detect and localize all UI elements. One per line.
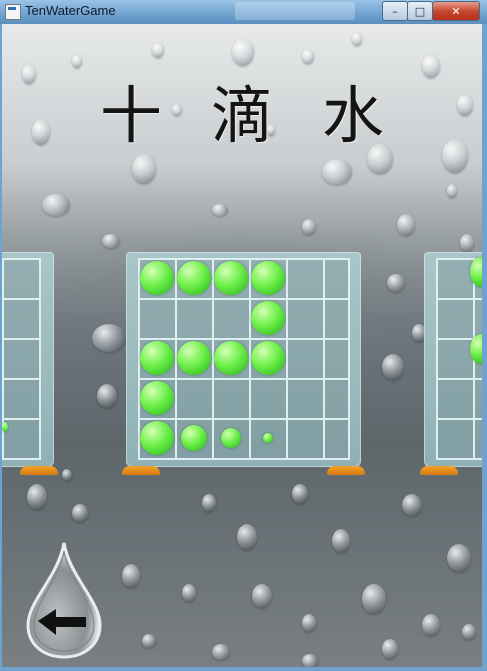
- title-glyph: 水: [321, 79, 390, 152]
- raindrop-decoration: [382, 354, 404, 380]
- raindrop-decoration: [32, 119, 50, 145]
- window-titlebar: TenWaterGame – □ ✕: [0, 0, 487, 25]
- raindrop-decoration: [442, 139, 468, 173]
- board-foot: [20, 466, 58, 475]
- raindrop-decoration: [352, 32, 362, 46]
- raindrop-decoration: [72, 504, 88, 522]
- raindrop-decoration: [142, 634, 156, 648]
- raindrop-decoration: [202, 494, 216, 512]
- minimize-button[interactable]: –: [382, 1, 408, 21]
- close-button[interactable]: ✕: [432, 1, 480, 21]
- water-drop[interactable]: [180, 425, 207, 451]
- raindrop-decoration: [212, 644, 230, 660]
- water-drop[interactable]: [139, 261, 174, 295]
- raindrop-decoration: [72, 54, 82, 68]
- raindrop-decoration: [397, 214, 415, 236]
- board-foot: [420, 466, 458, 475]
- water-drop[interactable]: [213, 341, 248, 375]
- water-drop[interactable]: [250, 341, 285, 375]
- raindrop-decoration: [102, 234, 120, 248]
- raindrop-decoration: [252, 584, 272, 608]
- raindrop-decoration: [302, 219, 316, 235]
- water-drop[interactable]: [2, 422, 8, 432]
- back-arrow-droplet-icon: [26, 542, 102, 659]
- raindrop-decoration: [122, 564, 140, 588]
- back-button[interactable]: [24, 539, 104, 659]
- board-foot: [122, 466, 160, 475]
- raindrop-decoration: [422, 614, 440, 636]
- board-grid: [2, 258, 41, 460]
- water-drop[interactable]: [220, 428, 241, 448]
- raindrop-decoration: [152, 42, 164, 58]
- window-border-bottom: [0, 667, 487, 671]
- raindrop-decoration: [212, 204, 228, 216]
- raindrop-decoration: [62, 469, 72, 481]
- raindrop-decoration: [362, 584, 386, 614]
- water-drop[interactable]: [139, 381, 174, 415]
- raindrop-decoration: [92, 324, 126, 352]
- window-title: TenWaterGame: [25, 3, 116, 18]
- raindrop-decoration: [42, 194, 70, 216]
- raindrop-decoration: [457, 94, 473, 116]
- water-drop[interactable]: [213, 261, 248, 295]
- raindrop-decoration: [27, 484, 47, 510]
- water-drop[interactable]: [139, 341, 174, 375]
- raindrop-decoration: [22, 64, 36, 84]
- game-canvas: 十 滴 水: [2, 24, 482, 667]
- background-window-tab: [235, 2, 355, 20]
- raindrop-decoration: [97, 384, 117, 408]
- raindrop-decoration: [422, 54, 440, 78]
- left-board-partial[interactable]: [2, 252, 58, 475]
- raindrop-decoration: [292, 484, 308, 504]
- raindrop-decoration: [332, 529, 350, 553]
- water-drop[interactable]: [262, 433, 273, 443]
- board-foot: [327, 466, 365, 475]
- title-glyph: 滴: [210, 79, 279, 152]
- maximize-button[interactable]: □: [407, 1, 433, 21]
- water-drop[interactable]: [250, 301, 285, 335]
- level-board[interactable]: [122, 252, 365, 475]
- raindrop-decoration: [402, 494, 422, 516]
- app-icon: [5, 4, 21, 20]
- raindrop-decoration: [322, 159, 352, 185]
- raindrop-decoration: [447, 544, 471, 572]
- raindrop-decoration: [460, 234, 474, 252]
- raindrop-decoration: [302, 654, 318, 667]
- title-glyph: 十: [100, 79, 169, 152]
- raindrop-decoration: [302, 614, 316, 632]
- water-drop[interactable]: [139, 421, 174, 455]
- raindrop-decoration: [447, 184, 457, 198]
- water-drop[interactable]: [250, 261, 285, 295]
- water-drop[interactable]: [176, 341, 211, 375]
- window-border-right: [482, 24, 487, 671]
- water-drop[interactable]: [176, 261, 211, 295]
- raindrop-decoration: [182, 584, 196, 602]
- window-border-left: [0, 24, 2, 671]
- game-title: 十 滴 水: [100, 60, 390, 160]
- raindrop-decoration: [462, 624, 476, 640]
- raindrop-decoration: [237, 524, 257, 550]
- raindrop-decoration: [382, 639, 398, 659]
- raindrop-decoration: [387, 274, 405, 292]
